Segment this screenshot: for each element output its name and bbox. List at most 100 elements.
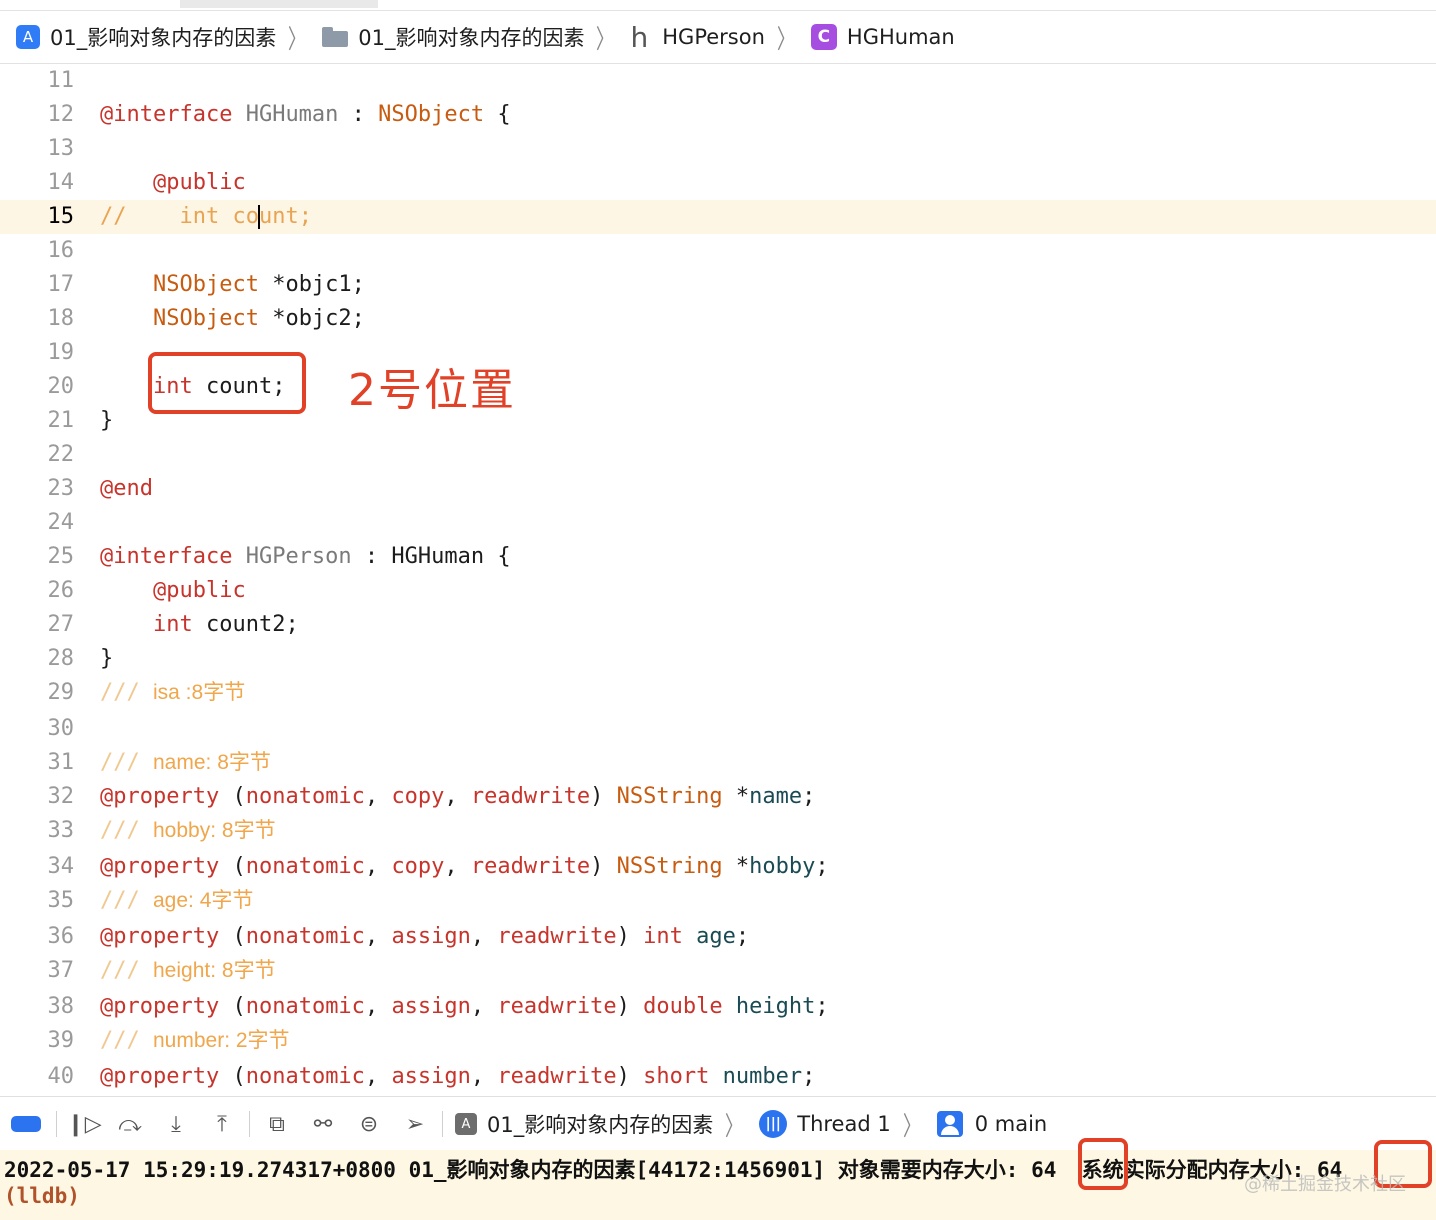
code-text: @property (nonatomic, copy, readwrite) N… — [100, 854, 829, 879]
thread-icon: ||| — [759, 1110, 788, 1138]
line-number: 26 — [47, 578, 75, 603]
code-line[interactable]: 30 — [0, 712, 1436, 746]
line-number: 27 — [47, 612, 75, 637]
line-number: 31 — [47, 750, 75, 775]
code-line[interactable]: 23 @end — [0, 472, 1436, 506]
code-line[interactable]: 15 // int count; — [0, 200, 1436, 234]
simulate-location-button[interactable]: ➢ — [392, 1104, 438, 1144]
memory-graph-button[interactable]: ⚯ — [300, 1104, 346, 1144]
console-needed-size: 64 — [1031, 1158, 1057, 1182]
line-number: 25 — [47, 544, 75, 569]
toggles-icon: ⊜ — [359, 1111, 379, 1137]
breadcrumb-label: 01_影响对象内存的因素 — [50, 26, 277, 50]
code-text: @property (nonatomic, assign, readwrite)… — [100, 994, 829, 1019]
line-number: 21 — [47, 408, 75, 433]
code-line[interactable]: 33 /// hobby: 8字节 — [0, 814, 1436, 848]
watermark: @稀土掘金技术社区 — [1244, 1174, 1406, 1195]
code-line[interactable]: 37 /// height: 8字节 — [0, 954, 1436, 988]
code-line[interactable]: 39 /// number: 2字节 — [0, 1024, 1436, 1058]
line-number: 24 — [47, 510, 75, 535]
code-line[interactable]: 29 /// isa :8字节 — [0, 676, 1436, 710]
code-text: @public — [152, 170, 246, 195]
chevron-right-icon: 〉 — [288, 24, 307, 55]
code-text: NSObject *objc2; — [152, 306, 365, 331]
chevron-right-icon: 〉 — [596, 24, 615, 55]
debug-frame-crumb[interactable]: 0 main — [936, 1111, 1047, 1137]
code-line[interactable]: 11 — [0, 64, 1436, 98]
code-line[interactable]: 22 — [0, 438, 1436, 472]
breadcrumb-project[interactable]: A 01_影响对象内存的因素 — [0, 22, 276, 52]
line-number: 36 — [47, 924, 75, 949]
divider — [56, 1111, 57, 1137]
code-line[interactable]: 27 int count2; — [0, 608, 1436, 642]
lldb-prompt[interactable]: (lldb) — [4, 1184, 80, 1208]
line-number: 34 — [47, 854, 75, 879]
line-number: 35 — [47, 888, 75, 913]
code-line[interactable]: 31 /// name: 8字节 — [0, 746, 1436, 780]
code-line[interactable]: 17 NSObject *objc1; — [0, 268, 1436, 302]
code-text: } — [100, 646, 114, 671]
breadcrumb-folder[interactable]: 01_影响对象内存的因素 — [322, 22, 584, 52]
code-line[interactable]: 18 NSObject *objc2; — [0, 302, 1436, 336]
divider — [249, 1111, 250, 1137]
code-line[interactable]: 16 — [0, 234, 1436, 268]
console-log-line: 2022-05-17 15:29:19.274317+0800 01_影响对象内… — [4, 1154, 1342, 1184]
console-log-prefix: 2022-05-17 15:29:19.274317+0800 01_影响对象内… — [4, 1158, 1032, 1182]
code-editor[interactable]: 11 12 @interface HGHuman : NSObject {13 14 … — [0, 64, 1436, 1094]
line-number: 11 — [47, 68, 75, 93]
chevron-right-icon: 〉 — [902, 1111, 921, 1142]
debug-thread-label: Thread 1 — [797, 1112, 891, 1136]
debug-thread-crumb[interactable]: ||| Thread 1 — [759, 1110, 891, 1138]
code-text: int count2; — [152, 612, 299, 637]
header-file-icon: h — [630, 20, 649, 54]
position-annotation: 2号位置 — [348, 365, 516, 416]
code-text: /// age: 4字节 — [100, 888, 254, 913]
continue-button[interactable]: ❙▷ — [61, 1104, 107, 1144]
code-line[interactable]: 36 @property (nonatomic, assign, readwrit… — [0, 920, 1436, 954]
chevron-right-icon: 〉 — [725, 1111, 744, 1142]
step-into-button[interactable]: ⤓ — [153, 1104, 199, 1144]
code-text: NSObject *objc1; — [152, 272, 365, 297]
code-line[interactable]: 38 @property (nonatomic, assign, readwrit… — [0, 990, 1436, 1024]
jump-bar: A 01_影响对象内存的因素 〉 01_影响对象内存的因素 〉 h HGPers… — [0, 11, 1436, 64]
code-text: /// hobby: 8字节 — [100, 818, 276, 843]
memory-graph-icon: ⚯ — [313, 1111, 333, 1137]
continue-icon: ❙▷ — [66, 1111, 102, 1137]
line-number: 12 — [47, 102, 75, 127]
code-line[interactable]: 28} — [0, 642, 1436, 676]
user-frame-icon — [936, 1111, 963, 1137]
code-line[interactable]: 40 @property (nonatomic, assign, readwrit… — [0, 1060, 1436, 1094]
code-text: /// number: 2字节 — [100, 1028, 290, 1053]
code-line[interactable]: 34 @property (nonatomic, copy, readwrite)… — [0, 850, 1436, 884]
line-number: 30 — [47, 716, 75, 741]
code-line[interactable]: 32 @property (nonatomic, copy, readwrite)… — [0, 780, 1436, 814]
code-line[interactable]: 13 — [0, 132, 1436, 166]
breadcrumb-file[interactable]: h HGPerson — [631, 21, 765, 54]
breakpoints-toggle-button[interactable] — [0, 1104, 52, 1144]
debug-console[interactable]: 2022-05-17 15:29:19.274317+0800 01_影响对象内… — [0, 1150, 1436, 1220]
code-text: /// name: 8字节 — [100, 750, 271, 775]
code-line[interactable]: 25 @interface HGPerson : HGHuman { — [0, 540, 1436, 574]
code-line[interactable]: 24 — [0, 506, 1436, 540]
chevron-right-icon: 〉 — [776, 24, 796, 55]
active-tab[interactable] — [180, 0, 378, 8]
line-number: 15 — [47, 204, 75, 229]
step-out-button[interactable]: ⤒ — [199, 1104, 245, 1144]
code-line[interactable]: 12 @interface HGHuman : NSObject { — [0, 98, 1436, 132]
code-text: @property (nonatomic, assign, readwrite)… — [100, 924, 750, 949]
code-line[interactable]: 35 /// age: 4字节 — [0, 884, 1436, 918]
breadcrumb-label: HGPerson — [662, 25, 765, 49]
environment-overrides-button[interactable]: ⊜ — [346, 1104, 392, 1144]
line-number: 32 — [47, 784, 75, 809]
step-over-button[interactable]: ⤼ — [107, 1104, 153, 1144]
view-hierarchy-button[interactable]: ⧉ — [254, 1104, 300, 1144]
debug-target-crumb[interactable]: A 01_影响对象内存的因素 — [455, 1109, 713, 1139]
line-number: 18 — [47, 306, 75, 331]
breakpoint-icon — [11, 1116, 41, 1132]
code-line[interactable]: 14 @public — [0, 166, 1436, 200]
line-number: 17 — [47, 272, 75, 297]
line-number: 29 — [47, 680, 75, 705]
code-line[interactable]: 26 @public — [0, 574, 1436, 608]
breadcrumb-class[interactable]: C HGHuman — [810, 24, 955, 50]
code-text: @interface HGPerson : HGHuman { — [100, 544, 511, 569]
